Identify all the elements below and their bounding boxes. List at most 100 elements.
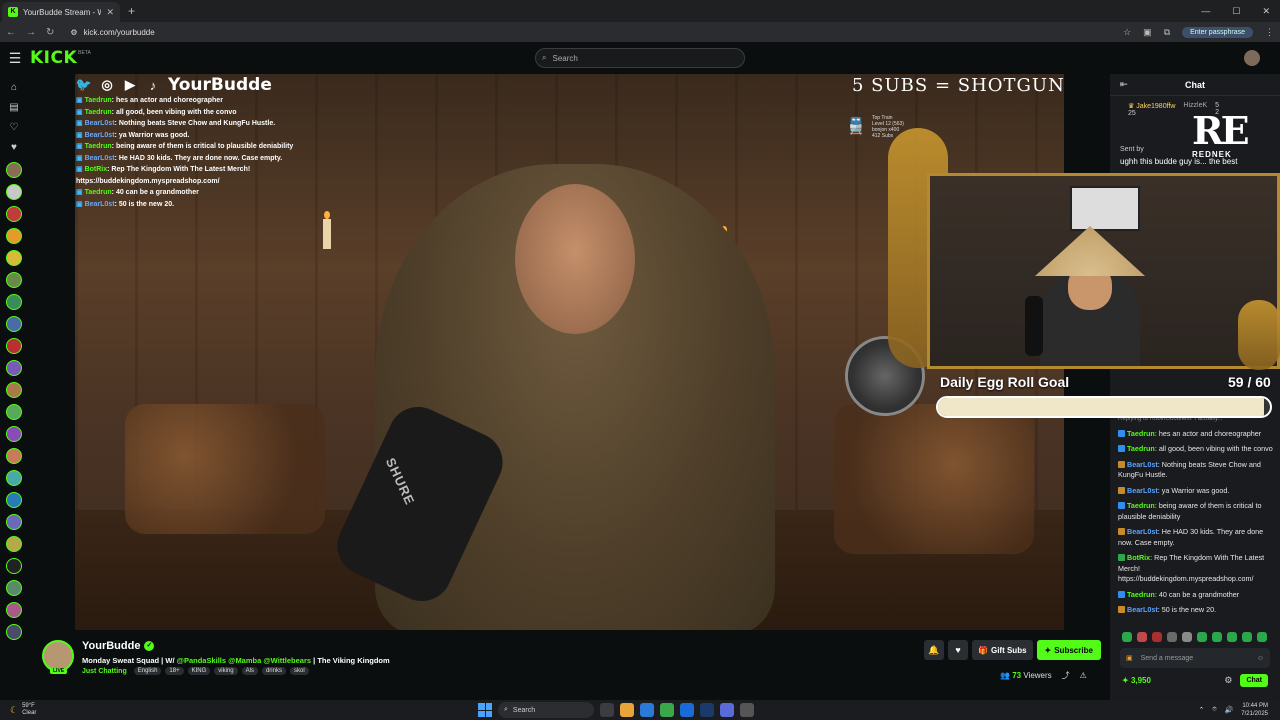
channel-avatar[interactable]	[6, 272, 22, 288]
tag[interactable]: Als	[241, 667, 258, 675]
kick-logo[interactable]: KICK	[30, 48, 77, 68]
file-explorer-icon[interactable]	[620, 703, 634, 717]
volume-icon[interactable]: 🔊	[1225, 706, 1234, 714]
collapse-chat-icon[interactable]: ⇤	[1120, 79, 1128, 90]
channel-avatar[interactable]	[6, 206, 22, 222]
share-icon[interactable]: ⤴	[1062, 670, 1070, 681]
emote-icon[interactable]	[1242, 632, 1252, 642]
chat-message[interactable]: BearL0st: 50 is the new 20.	[1118, 605, 1274, 616]
chat-username[interactable]: BearL0st	[1127, 486, 1158, 495]
emote-icon[interactable]	[1182, 632, 1192, 642]
category-link[interactable]: Just Chatting	[82, 668, 127, 675]
minimize-icon[interactable]: —	[1201, 6, 1210, 17]
channel-avatar[interactable]	[6, 250, 22, 266]
edge-icon[interactable]	[640, 703, 654, 717]
chat-username[interactable]: BearL0st	[1127, 605, 1158, 614]
search-input[interactable]: ⌕ Search	[535, 48, 745, 68]
subscribe-button[interactable]: ✦ Subscribe	[1036, 640, 1101, 660]
passphrase-button[interactable]: Enter passphrase	[1182, 26, 1253, 38]
chat-message[interactable]: BearL0st: ya Warrior was good.	[1118, 486, 1274, 497]
close-tab-icon[interactable]: ✕	[106, 7, 114, 18]
tag[interactable]: English	[133, 667, 162, 675]
channel-avatar[interactable]	[6, 470, 22, 486]
chat-message[interactable]: BearL0st: Nothing beats Steve Chow and K…	[1118, 460, 1274, 481]
emote-icon[interactable]	[1212, 632, 1222, 642]
back-icon[interactable]: ←	[6, 27, 16, 38]
home-icon[interactable]: ⌂	[11, 82, 17, 96]
report-icon[interactable]: ⚠	[1080, 671, 1087, 680]
channel-avatar[interactable]	[6, 558, 22, 574]
chat-username[interactable]: Taedrun	[1127, 429, 1155, 438]
emote-icon[interactable]	[1197, 632, 1207, 642]
channel-avatar[interactable]	[6, 316, 22, 332]
browser-menu-icon[interactable]: ⋮	[1265, 27, 1274, 38]
app-icon[interactable]	[740, 703, 754, 717]
site-info-icon[interactable]: ⚙	[70, 28, 77, 37]
chat-username[interactable]: BearL0st	[1127, 527, 1158, 536]
channel-avatar[interactable]	[6, 492, 22, 508]
tag[interactable]: 18+	[165, 667, 184, 675]
url-field[interactable]: ⚙ kick.com/yourbudde	[70, 28, 154, 37]
emote-icon[interactable]	[1122, 632, 1132, 642]
emote-icon[interactable]	[1227, 632, 1237, 642]
emote-icon[interactable]	[1167, 632, 1177, 642]
emote-icon[interactable]	[1152, 632, 1162, 642]
chat-message[interactable]: Taedrun: 40 can be a grandmother	[1118, 590, 1274, 601]
maximize-icon[interactable]: ☐	[1232, 6, 1240, 17]
channel-avatar[interactable]	[6, 514, 22, 530]
channel-avatar[interactable]	[6, 382, 22, 398]
discord-icon[interactable]	[720, 703, 734, 717]
chat-message[interactable]: BearL0st: He HAD 30 kids. They are done …	[1118, 527, 1274, 548]
tray-chevron-icon[interactable]: ⌃	[1199, 706, 1205, 714]
browse-icon[interactable]: ▤	[9, 102, 18, 116]
weather-widget[interactable]: ☾ 59°F Clear	[10, 703, 36, 717]
close-window-icon[interactable]: ✕	[1262, 6, 1270, 17]
emote-picker-icon[interactable]: ☺	[1257, 655, 1264, 662]
channel-avatar[interactable]	[6, 338, 22, 354]
task-view-icon[interactable]	[600, 703, 614, 717]
extensions-icon[interactable]: ⧉	[1164, 27, 1170, 38]
settings-gear-icon[interactable]: ⚙	[1224, 675, 1232, 686]
chat-username[interactable]: Taedrun	[1127, 501, 1155, 510]
chat-message[interactable]: BotRix: Rep The Kingdom With The Latest …	[1118, 553, 1274, 585]
chat-username[interactable]: Taedrun	[1127, 590, 1155, 599]
reload-icon[interactable]: ↻	[46, 27, 54, 38]
chat-message[interactable]: Taedrun: hes an actor and choreographer	[1118, 429, 1274, 440]
channel-avatar[interactable]	[6, 580, 22, 596]
hamburger-menu-icon[interactable]: ☰	[0, 50, 30, 67]
channel-avatar[interactable]	[6, 624, 22, 640]
new-tab-icon[interactable]: +	[128, 4, 135, 18]
forward-icon[interactable]: →	[26, 27, 36, 38]
tag[interactable]: viking	[214, 667, 238, 675]
windows-start-icon[interactable]	[478, 703, 492, 717]
follow-heart-button[interactable]: ♥	[948, 640, 968, 660]
chat-username[interactable]: BearL0st	[1127, 460, 1158, 469]
chat-username[interactable]: BotRix	[1127, 553, 1150, 562]
notification-bell-button[interactable]: 🔔	[924, 640, 944, 660]
chrome-icon[interactable]	[660, 703, 674, 717]
browser-tab[interactable]: K YourBudde Stream - Watch Liv ✕	[2, 2, 120, 22]
store-icon[interactable]	[680, 703, 694, 717]
chat-message[interactable]: Taedrun: all good, been vibing with the …	[1118, 444, 1274, 455]
channel-avatar[interactable]	[6, 404, 22, 420]
channel-avatar[interactable]	[6, 294, 22, 310]
chat-username[interactable]: Taedrun	[1127, 444, 1155, 453]
user-avatar[interactable]	[1244, 50, 1260, 66]
channel-name[interactable]: YourBudde ✓	[82, 640, 155, 652]
channel-points[interactable]: ✦ 3,950	[1122, 676, 1151, 685]
chat-message[interactable]: Taedrun: being aware of them is critical…	[1118, 501, 1274, 522]
tag[interactable]: skol	[289, 667, 309, 675]
sidepanel-icon[interactable]: ▣	[1143, 27, 1152, 38]
emote-icon[interactable]	[1257, 632, 1267, 642]
taskbar-search[interactable]: ⌕ Search	[498, 702, 594, 718]
following-icon[interactable]: ♡	[10, 122, 19, 136]
chat-send-button[interactable]: Chat	[1240, 674, 1268, 687]
tag[interactable]: KING	[187, 667, 211, 675]
channel-avatar[interactable]	[6, 184, 22, 200]
tag[interactable]: drinks	[261, 667, 286, 675]
channel-avatar[interactable]	[6, 360, 22, 376]
channel-avatar[interactable]	[6, 602, 22, 618]
channel-avatar[interactable]	[6, 426, 22, 442]
clock[interactable]: 10:44 PM 7/21/2025	[1241, 702, 1268, 718]
channel-avatar[interactable]	[6, 448, 22, 464]
